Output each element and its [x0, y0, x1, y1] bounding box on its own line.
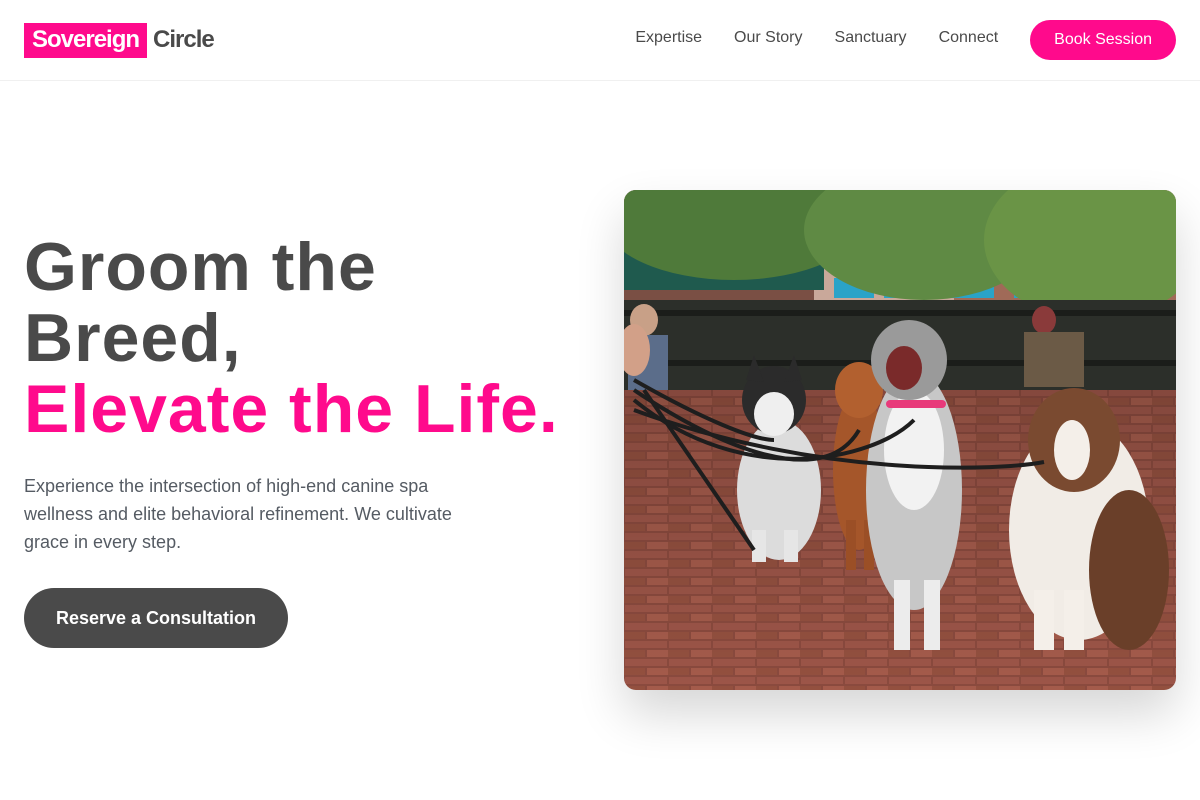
hero-title-line2: Breed,: [24, 300, 242, 376]
nav-link-expertise[interactable]: Expertise: [635, 29, 702, 47]
hero-title-accent: Elevate the Life.: [24, 371, 559, 447]
nav-link-our-story[interactable]: Our Story: [734, 29, 802, 47]
main-nav: Expertise Our Story Sanctuary Connect Bo…: [635, 20, 1176, 60]
hero-title-line1: Groom the: [24, 229, 377, 305]
dogs-in-park-illustration: [624, 190, 1176, 690]
hero-image: [624, 190, 1176, 690]
brand-logo[interactable]: Sovereign Circle: [24, 22, 215, 58]
reserve-consultation-button[interactable]: Reserve a Consultation: [24, 588, 288, 648]
book-session-button[interactable]: Book Session: [1030, 20, 1176, 60]
hero-description: Experience the intersection of high-end …: [24, 476, 452, 552]
nav-link-connect[interactable]: Connect: [939, 29, 999, 47]
nav-link-sanctuary[interactable]: Sanctuary: [835, 29, 907, 47]
site-header: Sovereign Circle Expertise Our Story San…: [0, 0, 1200, 81]
brand-logo-highlight: Sovereign: [24, 22, 148, 58]
hero-title: Groom the Breed, Elevate the Life.: [24, 232, 594, 445]
brand-logo-text: Circle: [153, 26, 215, 53]
